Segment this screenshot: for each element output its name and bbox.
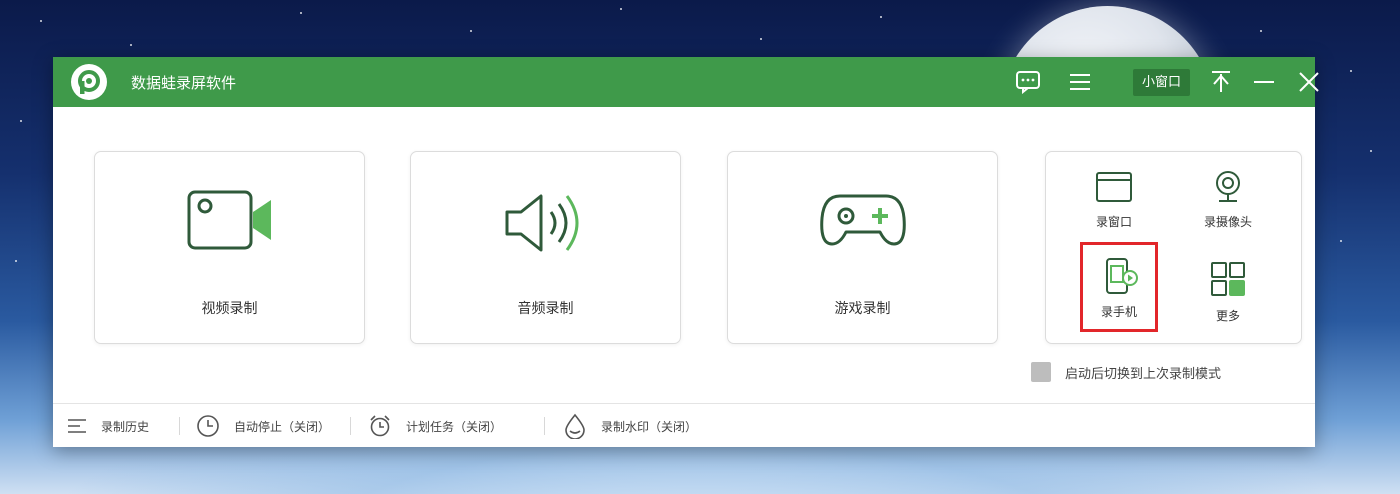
- record-history-label: 录制历史: [101, 419, 150, 434]
- watermark-label: 录制水印（关闭）: [601, 419, 698, 434]
- record-history-button[interactable]: 录制历史: [67, 404, 149, 448]
- record-window-item[interactable]: 录窗口: [1074, 171, 1154, 230]
- alarm-clock-icon: [368, 414, 392, 438]
- video-camera-icon: [95, 188, 364, 252]
- feedback-icon[interactable]: [1013, 67, 1043, 97]
- app-logo: [71, 64, 107, 100]
- gamepad-icon: [728, 188, 997, 252]
- video-record-card[interactable]: 视频录制: [94, 151, 365, 344]
- separator: [350, 417, 351, 435]
- close-icon[interactable]: [1294, 67, 1324, 97]
- speaker-icon: [411, 188, 680, 258]
- more-modes-item[interactable]: 更多: [1188, 261, 1268, 324]
- menu-icon[interactable]: [1065, 67, 1095, 97]
- watermark-drop-icon: [563, 413, 587, 439]
- list-icon: [67, 417, 87, 435]
- pin-icon[interactable]: [1206, 67, 1236, 97]
- game-record-label: 游戏录制: [834, 301, 891, 317]
- app-window: 数据蛙录屏软件 小窗口 视频录制 音频录制 游戏录制 录窗口 录摄像头 录手机 …: [53, 57, 1319, 447]
- audio-record-card[interactable]: 音频录制: [410, 151, 681, 344]
- mini-window-button[interactable]: 小窗口: [1133, 69, 1191, 96]
- startup-mode-checkbox[interactable]: [1031, 362, 1051, 382]
- startup-mode-option[interactable]: 启动后切换到上次录制模式: [1031, 362, 1221, 382]
- bottom-bar: 录制历史 自动停止（关闭） 计划任务（关闭） 录制水印（关闭）: [53, 403, 1315, 447]
- scheduled-task-button[interactable]: 计划任务（关闭）: [368, 404, 502, 448]
- highlight-box: [1080, 242, 1158, 332]
- record-webcam-item[interactable]: 录摄像头: [1188, 169, 1268, 230]
- startup-mode-label: 启动后切换到上次录制模式: [1065, 366, 1222, 382]
- separator: [544, 417, 545, 435]
- app-title: 数据蛙录屏软件: [131, 74, 237, 92]
- separator: [179, 417, 180, 435]
- window-icon: [1074, 171, 1154, 207]
- webcam-icon: [1188, 169, 1268, 207]
- auto-stop-label: 自动停止（关闭）: [234, 419, 331, 434]
- more-modes-label: 更多: [1215, 309, 1240, 323]
- audio-record-label: 音频录制: [517, 301, 574, 317]
- clock-icon: [196, 414, 220, 438]
- scheduled-task-label: 计划任务（关闭）: [406, 419, 503, 434]
- game-record-card[interactable]: 游戏录制: [727, 151, 998, 344]
- watermark-button[interactable]: 录制水印（关闭）: [563, 404, 697, 448]
- grid-icon: [1188, 261, 1268, 301]
- minimize-icon[interactable]: [1249, 67, 1279, 97]
- record-window-label: 录窗口: [1095, 215, 1132, 229]
- auto-stop-button[interactable]: 自动停止（关闭）: [196, 404, 330, 448]
- video-record-label: 视频录制: [201, 301, 258, 317]
- record-webcam-label: 录摄像头: [1203, 215, 1252, 229]
- title-bar: 数据蛙录屏软件 小窗口: [53, 57, 1319, 107]
